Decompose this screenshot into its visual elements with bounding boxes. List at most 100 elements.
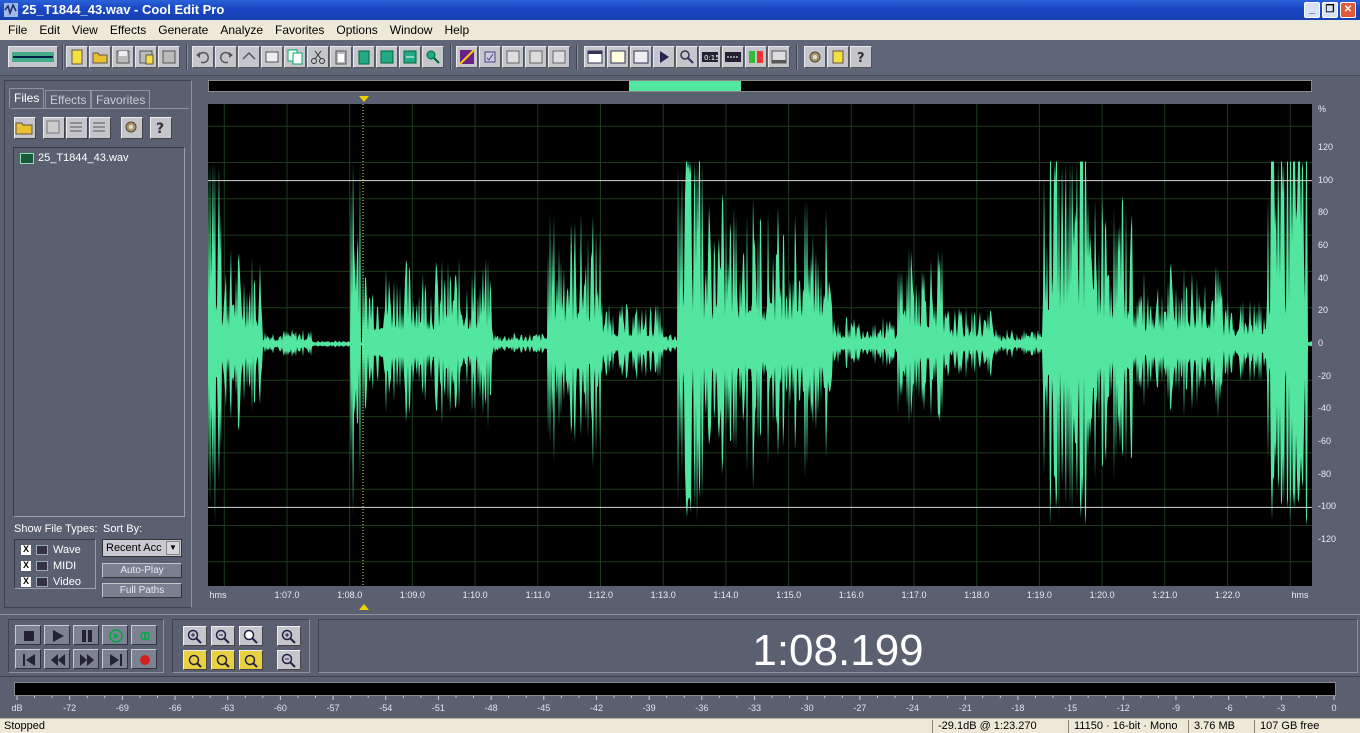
sort-by-select[interactable]: Recent Acc ▼ (102, 539, 182, 557)
restore-button[interactable]: ❐ (1322, 2, 1338, 18)
go-to-end-button[interactable] (102, 649, 128, 669)
save-all-button[interactable] (158, 46, 180, 68)
help-button[interactable]: ? (850, 46, 872, 68)
rewind-button[interactable] (44, 649, 70, 669)
level-meter-button[interactable] (745, 46, 767, 68)
minimize-button[interactable]: _ (1304, 2, 1320, 18)
tab-effects[interactable]: Effects (45, 90, 92, 108)
go-to-start-button[interactable] (15, 649, 41, 669)
spectral-view-button[interactable] (479, 46, 501, 68)
redo-button[interactable] (215, 46, 237, 68)
svg-text:0:15: 0:15 (704, 54, 718, 62)
settings-button[interactable] (804, 46, 826, 68)
fast-forward-button[interactable] (73, 649, 99, 669)
insert-cd-button[interactable] (89, 117, 111, 139)
selection-window-button[interactable] (722, 46, 744, 68)
midi-checkbox[interactable]: X (21, 561, 31, 571)
window-toggle-1-button[interactable] (584, 46, 606, 68)
zoom-out-vertical-button[interactable] (277, 650, 301, 670)
waveform-signal[interactable] (208, 161, 1312, 527)
filter-video[interactable]: X Video (21, 576, 81, 588)
tab-files[interactable]: Files (9, 88, 45, 108)
record-button[interactable] (131, 649, 157, 669)
mix-paste-button[interactable] (376, 46, 398, 68)
panel-settings-button[interactable] (121, 117, 143, 139)
close-file-panel-button[interactable] (43, 117, 65, 139)
wave-checkbox[interactable]: X (21, 545, 31, 555)
view-option-3-button[interactable] (548, 46, 570, 68)
menu-file[interactable]: File (2, 23, 33, 37)
copy-button[interactable] (284, 46, 306, 68)
waveform-display[interactable] (208, 104, 1312, 586)
save-button[interactable] (112, 46, 134, 68)
find-beats-button[interactable] (422, 46, 444, 68)
loop-button[interactable] (131, 625, 157, 645)
close-button[interactable]: ✕ (1340, 2, 1356, 18)
filter-wave[interactable]: X Wave (21, 544, 81, 556)
zoom-out-horizontal-button[interactable] (211, 626, 235, 646)
video-checkbox[interactable]: X (21, 577, 31, 587)
undo-button[interactable] (192, 46, 214, 68)
zoom-window-button[interactable] (676, 46, 698, 68)
save-all-icon (162, 50, 176, 64)
view-option-2-button[interactable] (525, 46, 547, 68)
pause-button[interactable] (73, 625, 99, 645)
tab-favorites[interactable]: Favorites (91, 90, 151, 108)
multitrack-toggle-button[interactable] (8, 46, 58, 68)
zoom-out-full-button[interactable] (239, 626, 263, 646)
scripts-button[interactable] (827, 46, 849, 68)
menu-view[interactable]: View (66, 23, 104, 37)
auto-play-button[interactable]: Auto-Play (102, 563, 182, 578)
time-ruler[interactable]: hms hms 1:07.0 1:08.0 1:09.0 1:10.0 1:11.0 1:… (208, 586, 1312, 604)
file-type-filter: X Wave X MIDI X Video (14, 539, 96, 589)
repeat-last-button[interactable] (238, 46, 260, 68)
open-file-panel-button[interactable] (14, 117, 36, 139)
stop-button[interactable] (15, 625, 41, 645)
paste-new-button[interactable] (353, 46, 375, 68)
overview-visible-range[interactable] (629, 81, 741, 91)
zoom-out-icon (215, 629, 230, 644)
menu-window[interactable]: Window (384, 23, 439, 37)
open-file-button[interactable] (89, 46, 111, 68)
menu-analyze[interactable]: Analyze (214, 23, 269, 37)
menu-effects[interactable]: Effects (104, 23, 152, 37)
cut-button[interactable] (307, 46, 329, 68)
zoom-in-horizontal-button[interactable] (183, 626, 207, 646)
zoom-to-right-edge-button[interactable] (211, 650, 235, 670)
level-meter[interactable]: dB -72 -69 -66 -63 -60 -57 -54 -51 -48 -45 -42 -39 -3… (0, 676, 1360, 718)
play-button[interactable] (44, 625, 70, 645)
zoom-to-selection-button[interactable] (239, 650, 263, 670)
new-file-button[interactable] (66, 46, 88, 68)
menu-help[interactable]: Help (438, 23, 475, 37)
window-toggle-3-button[interactable] (630, 46, 652, 68)
menu-favorites[interactable]: Favorites (269, 23, 330, 37)
zoom-to-left-edge-button[interactable] (183, 650, 207, 670)
trim-button[interactable] (399, 46, 421, 68)
menu-options[interactable]: Options (330, 23, 383, 37)
full-paths-button[interactable]: Full Paths (102, 583, 182, 598)
waveform-overview-bar[interactable] (208, 80, 1312, 92)
status-bar-button[interactable] (768, 46, 790, 68)
play-to-end-button[interactable] (102, 625, 128, 645)
waveform-canvas[interactable] (208, 104, 1312, 586)
list-item[interactable]: 25_T1844_43.wav (20, 152, 129, 164)
time-window-button[interactable]: 0:15 (699, 46, 721, 68)
panel-help-button[interactable]: ? (150, 117, 172, 139)
menu-edit[interactable]: Edit (33, 23, 66, 37)
cursor-marker-bottom[interactable] (359, 604, 369, 610)
filter-midi[interactable]: X MIDI (21, 560, 76, 572)
menu-generate[interactable]: Generate (152, 23, 214, 37)
select-all-button[interactable] (261, 46, 283, 68)
transport-window-button[interactable] (653, 46, 675, 68)
time-label: 1:20.0 (1089, 590, 1115, 600)
save-as-button[interactable] (135, 46, 157, 68)
chevron-down-icon[interactable]: ▼ (166, 541, 180, 555)
view-option-1-button[interactable] (502, 46, 524, 68)
cursor-marker-top[interactable] (359, 96, 369, 102)
paste-button[interactable] (330, 46, 352, 68)
time-display[interactable]: 1:08.199 (318, 619, 1358, 675)
zoom-in-vertical-button[interactable] (277, 626, 301, 646)
window-toggle-2-button[interactable] (607, 46, 629, 68)
insert-multitrack-button[interactable] (66, 117, 88, 139)
waveform-view-button[interactable] (456, 46, 478, 68)
